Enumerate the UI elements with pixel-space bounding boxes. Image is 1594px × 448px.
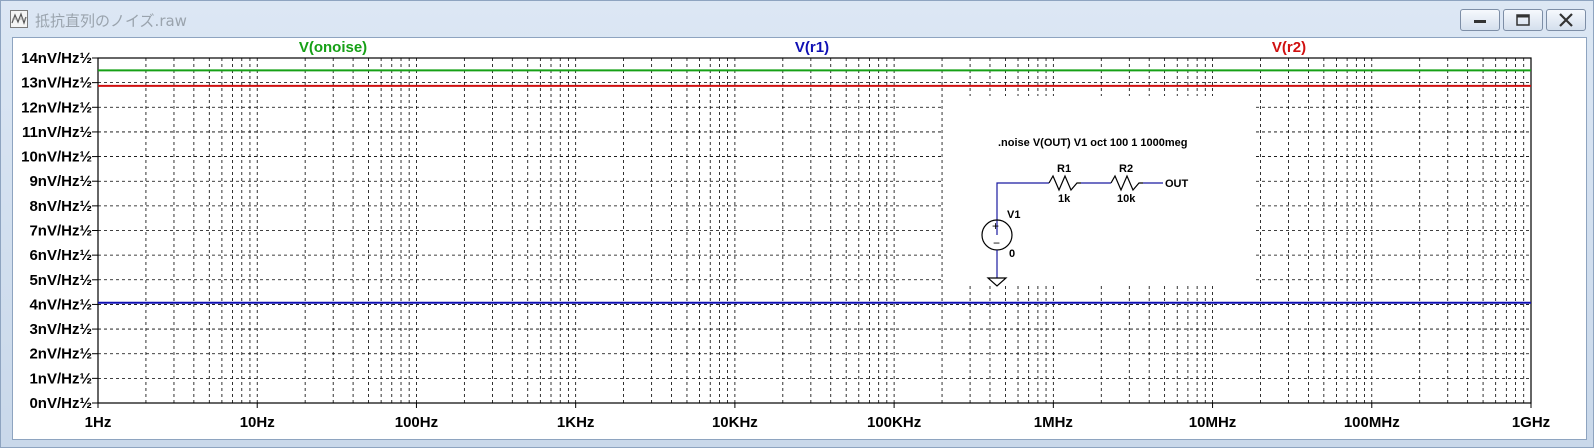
y-tick-label: 7nV/Hz½ bbox=[29, 223, 92, 240]
y-axis-labels: 0nV/Hz½ 1nV/Hz½ 2nV/Hz½ 3nV/Hz½ 4nV/Hz½ 5nV/H… bbox=[21, 50, 92, 412]
y-tick-label: 1nV/Hz½ bbox=[29, 370, 92, 387]
source-name: V1 bbox=[1007, 209, 1020, 221]
y-tick-label: 13nV/Hz½ bbox=[21, 75, 92, 92]
y-tick-label: 4nV/Hz½ bbox=[29, 296, 92, 313]
y-tick-label: 11nV/Hz½ bbox=[22, 124, 92, 141]
r2-value: 10k bbox=[1117, 193, 1136, 205]
trace-label-r2[interactable]: V(r2) bbox=[1272, 39, 1306, 56]
source-value: 0 bbox=[1009, 248, 1015, 260]
x-tick-label: 1Hz bbox=[85, 414, 112, 431]
y-tick-label: 12nV/Hz½ bbox=[21, 99, 92, 116]
close-icon bbox=[1559, 13, 1573, 27]
y-tick-label: 10nV/Hz½ bbox=[21, 149, 92, 166]
close-button[interactable] bbox=[1546, 9, 1586, 31]
y-tick-label: 0nV/Hz½ bbox=[29, 395, 92, 412]
y-tick-label: 5nV/Hz½ bbox=[29, 272, 92, 289]
source-plus-icon: + bbox=[992, 219, 999, 233]
y-tick-label: 6nV/Hz½ bbox=[29, 247, 92, 264]
axis-ticks bbox=[92, 57, 1532, 408]
plot-pane[interactable]: 0nV/Hz½ 1nV/Hz½ 2nV/Hz½ 3nV/Hz½ 4nV/Hz½ 5nV/H… bbox=[12, 37, 1587, 440]
maximize-icon bbox=[1516, 14, 1530, 26]
y-tick-label: 14nV/Hz½ bbox=[21, 50, 92, 67]
schematic-background bbox=[943, 96, 1253, 286]
trace-label-onoise[interactable]: V(onoise) bbox=[299, 39, 367, 56]
x-axis-labels: 1Hz 10Hz 100Hz 1KHz 10KHz 100KHz 1MHz 10MHz 100M… bbox=[85, 414, 1551, 431]
r2-name: R2 bbox=[1119, 163, 1133, 175]
plot-grid bbox=[98, 57, 1531, 403]
x-tick-label: 1MHz bbox=[1034, 414, 1073, 431]
y-tick-label: 8nV/Hz½ bbox=[29, 198, 92, 215]
y-tick-label: 2nV/Hz½ bbox=[29, 346, 92, 363]
r1-name: R1 bbox=[1057, 163, 1071, 175]
spice-directive[interactable]: .noise V(OUT) V1 oct 100 1 1000meg bbox=[998, 137, 1188, 149]
x-tick-label: 1KHz bbox=[557, 414, 595, 431]
x-tick-label: 10Hz bbox=[240, 414, 275, 431]
x-tick-label: 100Hz bbox=[395, 414, 438, 431]
window-title: 抵抗直列のノイズ.raw bbox=[35, 12, 187, 30]
schematic-overlay[interactable]: .noise V(OUT) V1 oct 100 1 1000meg OUT R… bbox=[943, 96, 1253, 287]
title-bar[interactable]: 抵抗直列のノイズ.raw bbox=[1, 1, 1593, 35]
out-net-label: OUT bbox=[1165, 178, 1189, 190]
x-tick-label: 10MHz bbox=[1189, 414, 1237, 431]
trace-lines bbox=[98, 69, 1531, 304]
noise-plot[interactable]: 0nV/Hz½ 1nV/Hz½ 2nV/Hz½ 3nV/Hz½ 4nV/Hz½ 5nV/H… bbox=[13, 38, 1586, 439]
source-minus-icon: − bbox=[993, 236, 1000, 250]
minimize-button[interactable] bbox=[1460, 9, 1500, 31]
trace-label-r1[interactable]: V(r1) bbox=[795, 39, 829, 56]
x-tick-label: 100MHz bbox=[1344, 414, 1400, 431]
r1-value: 1k bbox=[1058, 193, 1071, 205]
waveform-viewer-icon bbox=[10, 10, 28, 28]
app-window: 抵抗直列のノイズ.raw 0nV/Hz½ 1nV/Hz½ 2nV/Hz½ 3nV/Hz… bbox=[0, 0, 1594, 448]
x-tick-label: 1GHz bbox=[1512, 414, 1550, 431]
maximize-button[interactable] bbox=[1503, 9, 1543, 31]
x-tick-label: 10KHz bbox=[712, 414, 758, 431]
minimize-icon bbox=[1474, 20, 1486, 23]
x-tick-label: 100KHz bbox=[867, 414, 921, 431]
y-tick-label: 3nV/Hz½ bbox=[29, 321, 92, 338]
y-tick-label: 9nV/Hz½ bbox=[29, 173, 92, 190]
